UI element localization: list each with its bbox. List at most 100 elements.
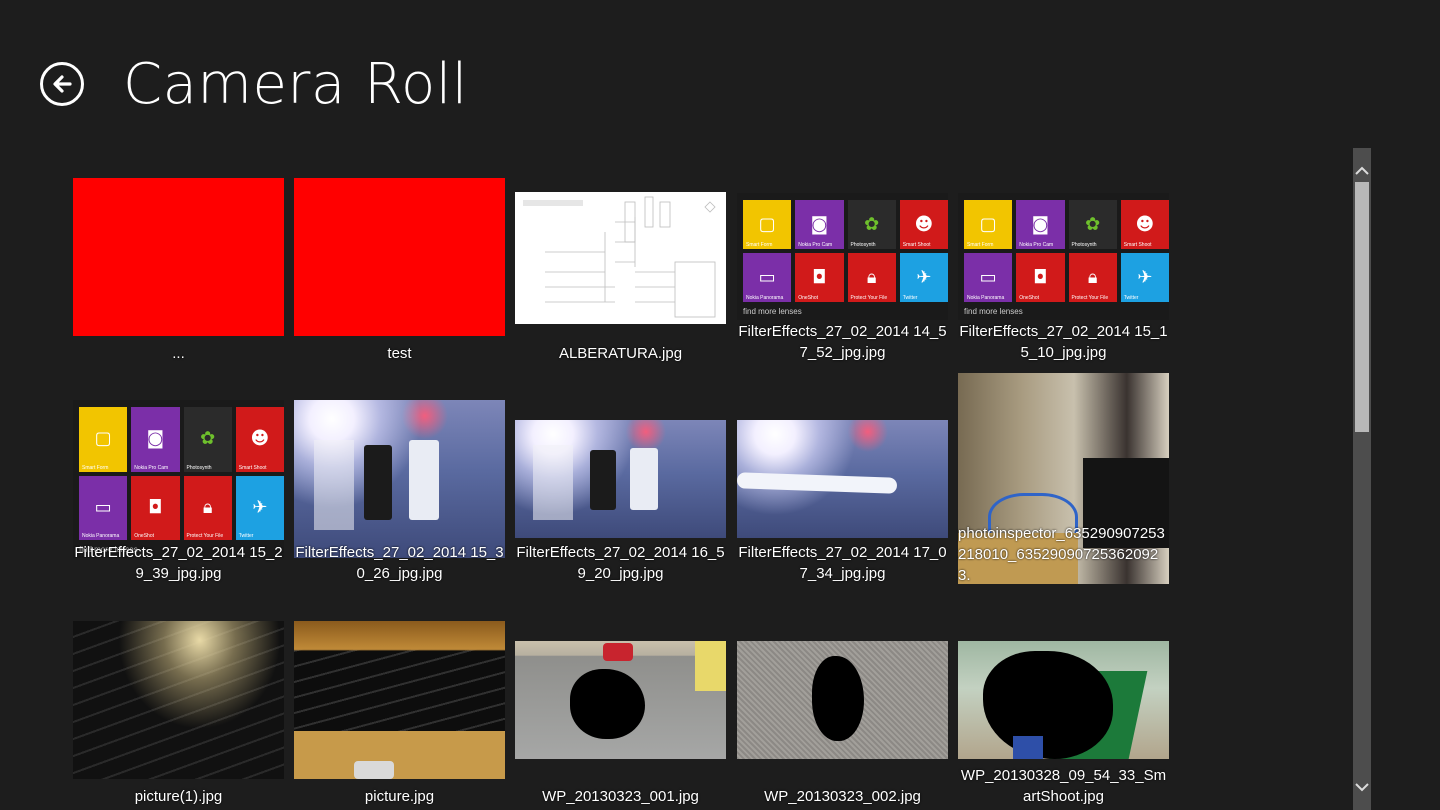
file-tile[interactable]: photoinspector_635290907253218010_635290…: [958, 373, 1169, 590]
lens-tile: ▢ Smart Form: [79, 407, 128, 472]
lens-grid: ▢ Smart Form ◙ Nokia Pro Cam ✿ Photosynth ☻…: [743, 200, 948, 302]
lens-tile: 🔒︎ Protect Your File: [1068, 253, 1117, 302]
twitter-icon: ✈: [916, 266, 932, 288]
lens-tile: ◘ OneShot: [1016, 253, 1065, 302]
thumbnail: ▢ Smart Form ◙ Nokia Pro Cam ✿ Photosynth ☻…: [958, 193, 1169, 320]
lens-grid: ▢ Smart Form ◙ Nokia Pro Cam ✿ Photosynth ☻…: [79, 407, 284, 540]
file-tile[interactable]: FilterEffects_27_02_2014 17_07_34_jpg.jp…: [737, 420, 948, 590]
scroll-up-button[interactable]: [1353, 160, 1371, 182]
file-grid: ... test ALBERATURA.jpg ▢ Smart Form ◙ N…: [0, 0, 1340, 810]
faces-icon: ☻: [250, 428, 270, 450]
thumbnail: ▢ Smart Form ◙ Nokia Pro Cam ✿ Photosynth ☻…: [737, 193, 948, 320]
tile-caption: photoinspector_635290907253218010_635290…: [958, 525, 1165, 584]
camera-icon: ◙: [1031, 213, 1050, 235]
chevron-up-icon: [1355, 166, 1369, 175]
tile-caption: FilterEffects_27_02_2014 15_30_26_jpg.jp…: [295, 544, 504, 582]
lock-icon: 🔒︎: [1087, 266, 1098, 288]
file-tile[interactable]: picture(1).jpg: [73, 621, 284, 810]
twitter-icon: ✈: [252, 496, 268, 518]
lens-grid: ▢ Smart Form ◙ Nokia Pro Cam ✿ Photosynth ☻…: [964, 200, 1169, 302]
frame-icon: ▢: [758, 213, 776, 235]
panorama-icon: ▭: [94, 496, 112, 518]
scroll-down-button[interactable]: [1353, 776, 1371, 798]
thumbnail: [515, 641, 726, 759]
tile-caption: FilterEffects_27_02_2014 15_29_39_jpg.jp…: [74, 544, 283, 582]
lens-tile: ✿ Photosynth: [847, 200, 896, 249]
thumbnail: [515, 192, 726, 324]
lens-tile: ▢ Smart Form: [743, 200, 792, 249]
tile-caption: FilterEffects_27_02_2014 15_15_10_jpg.jp…: [959, 323, 1168, 361]
camera-icon: ◙: [810, 213, 829, 235]
thumbnail: [73, 178, 284, 336]
lens-tile: 🔒︎ Protect Your File: [847, 253, 896, 302]
lens-tile: ◙ Nokia Pro Cam: [1016, 200, 1065, 249]
file-tile[interactable]: picture.jpg: [294, 621, 505, 810]
tile-caption: WP_20130323_001.jpg: [542, 788, 699, 805]
thumbnail: [73, 621, 284, 779]
oneshot-icon: ◘: [148, 496, 163, 518]
thumbnail: [294, 621, 505, 779]
file-tile[interactable]: ▢ Smart Form ◙ Nokia Pro Cam ✿ Photosynth ☻…: [73, 400, 284, 590]
thumbnail: [737, 420, 948, 538]
lens-tile: ✿ Photosynth: [183, 407, 232, 472]
thumbnail: ▢ Smart Form ◙ Nokia Pro Cam ✿ Photosynth ☻…: [73, 400, 284, 558]
leaf-icon: ✿: [200, 428, 216, 450]
lens-tile: ✈ Twitter: [235, 475, 284, 540]
camera-icon: ◙: [146, 428, 165, 450]
vertical-scrollbar[interactable]: [1353, 148, 1371, 810]
lens-more-link: find more lenses: [743, 307, 802, 316]
frame-icon: ▢: [94, 428, 112, 450]
lens-tile: ◘ OneShot: [795, 253, 844, 302]
thumbnail: [958, 641, 1169, 759]
folder-tile[interactable]: ...: [73, 178, 284, 368]
faces-icon: ☻: [1135, 213, 1155, 235]
lens-tile: 🔒︎ Protect Your File: [183, 475, 232, 540]
faces-icon: ☻: [914, 213, 934, 235]
lens-tile: ☻ Smart Shoot: [1120, 200, 1169, 249]
oneshot-icon: ◘: [1033, 266, 1048, 288]
lens-tile: ▭ Nokia Panorama: [79, 475, 128, 540]
twitter-icon: ✈: [1137, 266, 1153, 288]
tile-caption: FilterEffects_27_02_2014 16_59_20_jpg.jp…: [516, 544, 725, 582]
lens-tile: ✈ Twitter: [1120, 253, 1169, 302]
file-tile[interactable]: FilterEffects_27_02_2014 15_30_26_jpg.jp…: [294, 400, 505, 590]
tile-caption: FilterEffects_27_02_2014 17_07_34_jpg.jp…: [738, 544, 947, 582]
file-tile[interactable]: ALBERATURA.jpg: [515, 192, 726, 368]
folder-tile[interactable]: test: [294, 178, 505, 368]
lens-tile: ◘ OneShot: [131, 475, 180, 540]
lens-tile: ✈ Twitter: [899, 253, 948, 302]
frame-icon: ▢: [979, 213, 997, 235]
lens-tile: ☻ Smart Shoot: [899, 200, 948, 249]
diagram-thumbnail-icon: [523, 196, 716, 318]
chevron-down-icon: [1355, 783, 1369, 792]
thumbnail: [294, 178, 505, 336]
lens-tile: ✿ Photosynth: [1068, 200, 1117, 249]
thumbnail: [737, 641, 948, 759]
lens-tile: ◙ Nokia Pro Cam: [131, 407, 180, 472]
lens-tile: ◙ Nokia Pro Cam: [795, 200, 844, 249]
file-tile[interactable]: WP_20130328_09_54_33_SmartShoot.jpg: [958, 641, 1169, 810]
thumbnail: [515, 420, 726, 538]
tile-caption: picture.jpg: [364, 788, 435, 805]
oneshot-icon: ◘: [812, 266, 827, 288]
lens-tile: ▢ Smart Form: [964, 200, 1013, 249]
file-tile[interactable]: FilterEffects_27_02_2014 16_59_20_jpg.jp…: [515, 420, 726, 590]
lens-tile: ▭ Nokia Panorama: [743, 253, 792, 302]
tile-caption: picture(1).jpg: [134, 788, 223, 805]
scroll-thumb[interactable]: [1355, 182, 1369, 432]
leaf-icon: ✿: [1085, 213, 1101, 235]
lock-icon: 🔒︎: [202, 496, 213, 518]
file-tile[interactable]: ▢ Smart Form ◙ Nokia Pro Cam ✿ Photosynth ☻…: [958, 193, 1169, 368]
panorama-icon: ▭: [758, 266, 776, 288]
tile-caption: WP_20130328_09_54_33_SmartShoot.jpg: [960, 767, 1167, 805]
tile-caption: WP_20130323_002.jpg: [764, 788, 921, 805]
tile-caption: test: [387, 345, 412, 362]
tile-caption: ...: [172, 345, 185, 362]
file-tile[interactable]: WP_20130323_002.jpg: [737, 641, 948, 810]
file-tile[interactable]: ▢ Smart Form ◙ Nokia Pro Cam ✿ Photosynth ☻…: [737, 193, 948, 368]
lens-more-link: find more lenses: [964, 307, 1023, 316]
thumbnail: [294, 400, 505, 558]
lens-tile: ☻ Smart Shoot: [235, 407, 284, 472]
leaf-icon: ✿: [864, 213, 880, 235]
file-tile[interactable]: WP_20130323_001.jpg: [515, 641, 726, 810]
